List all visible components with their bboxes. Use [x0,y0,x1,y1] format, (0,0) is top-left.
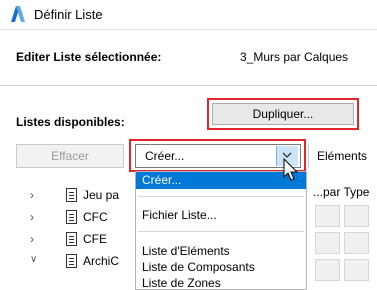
stair-type-icon[interactable] [344,232,369,254]
menu-item-component-list[interactable]: Liste de Composants [142,260,255,274]
list-document-icon [66,188,77,202]
menu-item-element-list[interactable]: Liste d'Eléments [142,244,230,258]
menu-item-list-file[interactable]: Fichier Liste... [142,208,217,222]
menu-separator [138,196,304,197]
type-icon-grid [313,205,377,290]
tree-item-label: ArchiC [83,254,120,268]
edit-selected-label: Editer Liste sélectionnée: [16,50,162,64]
erase-button[interactable]: Effacer [16,144,124,168]
mouse-pointer-icon [283,158,299,181]
create-dropdown-value: Créer... [145,149,185,163]
tab-elements[interactable]: Eléments [308,144,377,168]
window-type-icon[interactable] [315,232,340,254]
column-type-icon[interactable] [344,205,369,227]
divider [0,85,377,86]
menu-separator [138,231,304,232]
create-dropdown[interactable]: Créer... [135,144,301,168]
list-document-icon [66,232,77,246]
menu-item-label: Créer... [142,173,182,187]
slab-type-icon[interactable] [315,259,340,281]
chevron-right-icon[interactable]: › [30,188,40,202]
archicad-app-icon [11,6,25,22]
menu-item-create[interactable]: Créer... [136,172,306,189]
tree-item-label: Jeu pa [83,188,120,202]
available-lists-label: Listes disponibles: [16,115,125,129]
tree-item-label: CFE [83,232,107,246]
chevron-right-icon[interactable]: › [30,232,40,246]
duplicate-button[interactable]: Dupliquer... [212,103,354,125]
window-title: Définir Liste [34,7,103,22]
list-document-icon [66,254,77,268]
by-type-label: ...par Type [313,185,370,199]
title-bar: Définir Liste [0,0,377,30]
chevron-right-icon[interactable]: › [30,210,40,224]
tab-elements-label: Eléments [317,149,368,163]
wall-type-icon[interactable] [315,205,340,227]
create-menu: Créer... Fichier Liste... Liste d'Elémen… [135,171,307,290]
tree-item-label: CFC [83,210,108,224]
list-document-icon [66,210,77,224]
edit-selected-value: 3_Murs par Calques [240,50,349,64]
roof-type-icon[interactable] [344,259,369,281]
chevron-down-icon[interactable]: ∨ [30,254,40,265]
menu-item-zone-list[interactable]: Liste de Zones [142,276,221,289]
